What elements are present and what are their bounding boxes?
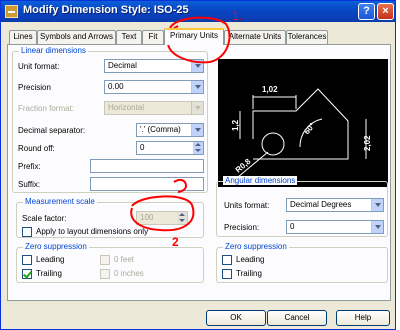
close-button[interactable]: × bbox=[377, 3, 394, 20]
unit-format-value: Decimal bbox=[108, 61, 137, 70]
angular-precision-label: Precision: bbox=[224, 223, 260, 232]
angular-units-format-label: Units format: bbox=[224, 201, 270, 210]
spinner-arrows-icon[interactable] bbox=[193, 142, 203, 154]
precision-label: Precision bbox=[18, 83, 51, 92]
ok-button[interactable]: OK bbox=[206, 310, 266, 326]
measurement-scale-title: Measurement scale bbox=[23, 197, 97, 206]
chevron-down-icon bbox=[191, 81, 203, 93]
precision-select[interactable]: 0.00 bbox=[104, 80, 204, 94]
help-title-button[interactable]: ? bbox=[358, 3, 375, 20]
tab-fit[interactable]: Fit bbox=[142, 30, 164, 44]
leading-label: Leading bbox=[36, 255, 65, 264]
dimension-preview-drawing: 1,02 1,2 2,02 R0,8 60° bbox=[231, 85, 372, 178]
chevron-down-icon bbox=[191, 124, 203, 136]
angular-trailing-checkbox[interactable] bbox=[222, 269, 232, 279]
fraction-format-select[interactable]: Horizontal bbox=[104, 101, 204, 115]
preview-dim-1: 1,02 bbox=[262, 85, 278, 94]
zero-inches-label: 0 inches bbox=[114, 269, 144, 278]
suffix-input[interactable] bbox=[90, 177, 204, 191]
title-bar[interactable]: Modify Dimension Style: ISO-25 ? × bbox=[1, 1, 395, 22]
zero-suppression-title-angular: Zero suppression bbox=[223, 242, 289, 251]
angular-dimensions-title: Angular dimensions bbox=[223, 176, 298, 185]
prefix-input[interactable] bbox=[90, 159, 204, 173]
angular-precision-select[interactable]: 0 bbox=[286, 220, 384, 234]
dialog: Modify Dimension Style: ISO-25 ? × Lines… bbox=[0, 0, 396, 330]
window-title: Modify Dimension Style: ISO-25 bbox=[23, 4, 189, 16]
decimal-separator-label: Decimal separator: bbox=[18, 126, 86, 135]
tab-tolerances[interactable]: Tolerances bbox=[286, 30, 328, 44]
preview-dim-4: R0,8 bbox=[234, 157, 253, 175]
fraction-format-value: Horizontal bbox=[108, 103, 145, 112]
preview-area: 1,02 1,2 2,02 R0,8 60° bbox=[218, 59, 388, 187]
scale-factor-input[interactable]: 100 bbox=[136, 211, 188, 225]
zero-feet-checkbox[interactable] bbox=[100, 255, 110, 265]
chevron-down-icon bbox=[371, 199, 383, 211]
angular-leading-checkbox[interactable] bbox=[222, 255, 232, 265]
decimal-separator-value: '.' (Comma) bbox=[140, 125, 181, 134]
tab-text[interactable]: Text bbox=[116, 30, 142, 44]
apply-layout-label: Apply to layout dimensions only bbox=[36, 227, 149, 236]
angular-leading-label: Leading bbox=[236, 255, 265, 264]
round-off-label: Round off: bbox=[18, 144, 55, 153]
suffix-label: Suffix: bbox=[18, 180, 41, 189]
angular-units-format-value: Decimal Degrees bbox=[290, 200, 352, 209]
precision-value: 0.00 bbox=[108, 82, 124, 91]
trailing-checkbox[interactable] bbox=[22, 269, 32, 279]
help-button[interactable]: Help bbox=[336, 310, 390, 326]
tab-panel: Linear dimensions Unit format: Decimal P… bbox=[7, 44, 391, 301]
tab-alternate-units[interactable]: Alternate Units bbox=[224, 30, 286, 44]
unit-format-select[interactable]: Decimal bbox=[104, 59, 204, 73]
cancel-button[interactable]: Cancel bbox=[267, 310, 327, 326]
app-icon bbox=[5, 5, 18, 18]
angular-trailing-label: Trailing bbox=[236, 269, 262, 278]
trailing-label: Trailing bbox=[36, 269, 62, 278]
zero-suppression-title-linear: Zero suppression bbox=[23, 242, 89, 251]
zero-feet-label: 0 feet bbox=[114, 255, 135, 264]
chevron-down-icon bbox=[191, 60, 203, 72]
leading-checkbox[interactable] bbox=[22, 255, 32, 265]
chevron-down-icon bbox=[371, 221, 383, 233]
preview-outline bbox=[252, 88, 349, 160]
fraction-format-label: Fraction format: bbox=[18, 104, 75, 113]
scale-factor-label: Scale factor: bbox=[22, 214, 67, 223]
preview-circle bbox=[261, 132, 285, 156]
tab-primary-units[interactable]: Primary Units bbox=[164, 28, 224, 45]
prefix-label: Prefix: bbox=[18, 162, 41, 171]
angular-precision-value: 0 bbox=[290, 222, 295, 231]
round-off-input[interactable]: 0 bbox=[136, 141, 204, 155]
preview-dim-2: 1,2 bbox=[231, 119, 240, 131]
unit-format-label: Unit format: bbox=[18, 62, 60, 71]
tab-lines[interactable]: Lines bbox=[9, 30, 37, 44]
angular-units-format-select[interactable]: Decimal Degrees bbox=[286, 198, 384, 212]
round-off-value: 0 bbox=[140, 143, 145, 152]
preview-dim-3: 2,02 bbox=[363, 135, 372, 151]
spinner-arrows-icon[interactable] bbox=[177, 212, 187, 224]
apply-layout-checkbox[interactable] bbox=[22, 227, 32, 237]
chevron-down-icon bbox=[191, 102, 203, 114]
tab-symbols-arrows[interactable]: Symbols and Arrows bbox=[37, 30, 116, 44]
preview-dim-5: 60° bbox=[302, 121, 317, 136]
zero-inches-checkbox[interactable] bbox=[100, 269, 110, 279]
scale-factor-value: 100 bbox=[140, 213, 154, 222]
linear-dimensions-title: Linear dimensions bbox=[19, 46, 88, 55]
decimal-separator-select[interactable]: '.' (Comma) bbox=[136, 123, 204, 137]
